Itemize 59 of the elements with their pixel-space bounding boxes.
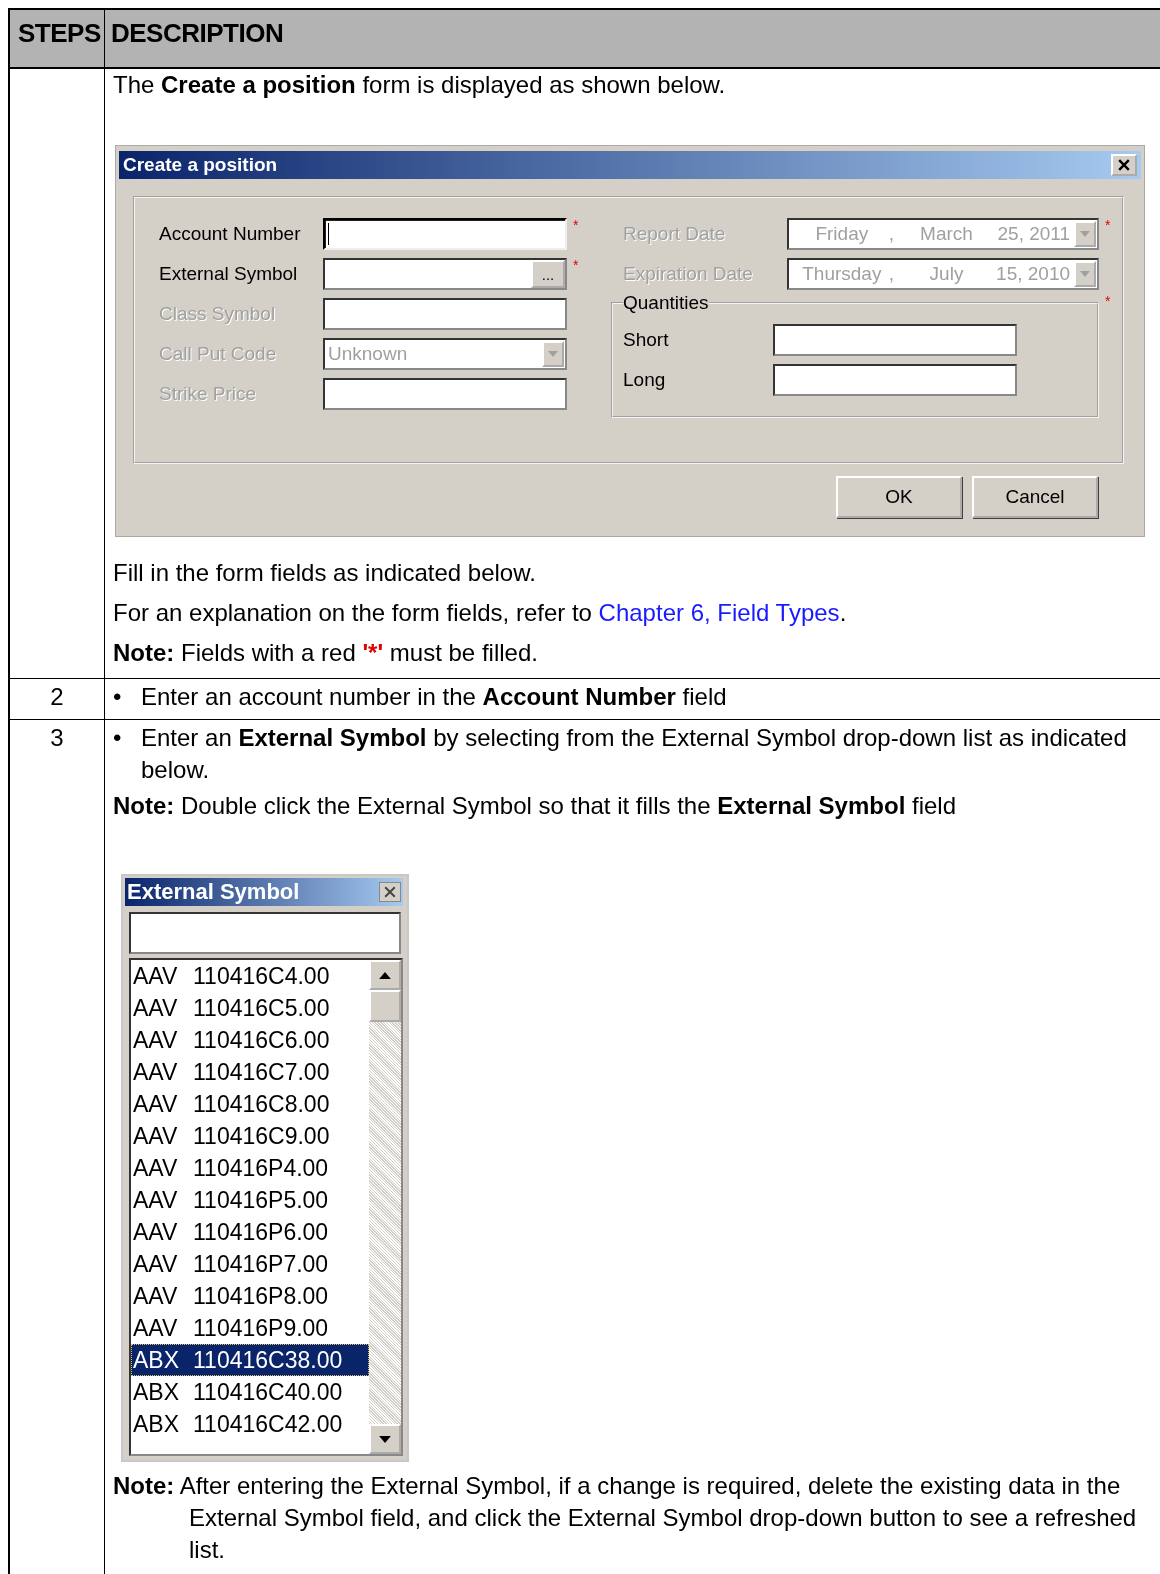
- instruction-text: Enter an External Symbol by selecting from the External Symbol drop-down list as indicated below.: [141, 723, 1128, 785]
- close-button[interactable]: [379, 882, 401, 902]
- list-item[interactable]: AAV 110416P4.00: [131, 1152, 369, 1184]
- browse-button[interactable]: ...: [531, 260, 565, 288]
- paragraph: For an explanation on the form fields, refer to Chapter 6, Field Types.: [113, 599, 848, 627]
- step-number: 3: [50, 724, 64, 751]
- paragraph: Fill in the form fields as indicated below.: [113, 559, 537, 587]
- search-field[interactable]: [129, 912, 401, 954]
- text-field[interactable]: [323, 218, 567, 250]
- list-item[interactable]: AAV 110416P5.00: [131, 1184, 369, 1216]
- step-number: 2: [50, 683, 64, 710]
- scroll-thumb[interactable]: [369, 990, 401, 1022]
- required-mark: *: [1105, 293, 1111, 309]
- bullet-mark: •: [113, 682, 123, 712]
- picker-title: External Symbol: [127, 879, 300, 905]
- chapter-link[interactable]: Chapter 6, Field Types: [598, 599, 840, 626]
- text-field[interactable]: [773, 324, 1017, 356]
- field-label: Long: [623, 368, 667, 392]
- required-mark: *: [1105, 217, 1111, 233]
- list-item[interactable]: AAV 110416P7.00: [131, 1248, 369, 1280]
- column-header: DESCRIPTION: [104, 10, 1160, 67]
- scroll-up-button[interactable]: [369, 960, 401, 990]
- field-label: Account Number: [159, 222, 302, 246]
- dialog-button[interactable]: Cancel: [972, 476, 1098, 518]
- field-label: Short: [623, 328, 670, 352]
- text-field[interactable]: [773, 364, 1017, 396]
- list-item[interactable]: AAV 110416C5.00: [131, 992, 369, 1024]
- list-item[interactable]: AAV 110416C6.00: [131, 1024, 369, 1056]
- required-mark: *: [573, 257, 579, 273]
- list-item[interactable]: AAV 110416C8.00: [131, 1088, 369, 1120]
- list-item[interactable]: AAV 110416P9.00: [131, 1312, 369, 1344]
- group-title: Quantities: [623, 292, 709, 314]
- up-arrow-icon: [379, 971, 391, 979]
- field-label: External Symbol: [159, 262, 299, 286]
- instruction-text: Enter an account number in the Account Number field: [141, 682, 727, 712]
- dialog-button[interactable]: OK: [836, 476, 962, 518]
- required-mark-text: '*': [362, 639, 384, 666]
- list-item[interactable]: AAV 110416C9.00: [131, 1120, 369, 1152]
- list-item[interactable]: AAV 110416C4.00: [131, 960, 369, 992]
- list-item[interactable]: ABX 110416C38.00: [131, 1344, 369, 1376]
- paragraph: The Create a position form is displayed as shown below.: [113, 71, 727, 99]
- list-item[interactable]: ABX 110416C42.00: [131, 1408, 369, 1440]
- down-arrow-icon: [379, 1435, 391, 1443]
- bullet-mark: •: [113, 723, 123, 753]
- list-item[interactable]: AAV 110416C7.00: [131, 1056, 369, 1088]
- list-item[interactable]: ABX 110416C40.00: [131, 1376, 369, 1408]
- dialog-title: Create a position: [123, 154, 278, 176]
- paragraph: Note: Fields with a red '*' must be filled.: [113, 639, 539, 667]
- required-mark: *: [573, 217, 579, 233]
- list-item[interactable]: AAV 110416P6.00: [131, 1216, 369, 1248]
- list-item[interactable]: AAV 110416P8.00: [131, 1280, 369, 1312]
- text-field[interactable]: ...: [323, 258, 567, 290]
- close-icon: [384, 886, 396, 898]
- note-text: Note: After entering the External Symbol, if a change is required, delete the existing data in the External Symbol field, and click the External Symbol drop-down button to see a refreshed list.: [113, 1471, 1138, 1565]
- scroll-bar[interactable]: [369, 960, 401, 1454]
- scroll-down-button[interactable]: [369, 1424, 401, 1454]
- close-icon: [1118, 159, 1130, 171]
- note-text: Note: Double click the External Symbol so that it fills the External Symbol field: [113, 791, 957, 821]
- column-header: STEPS: [8, 10, 104, 67]
